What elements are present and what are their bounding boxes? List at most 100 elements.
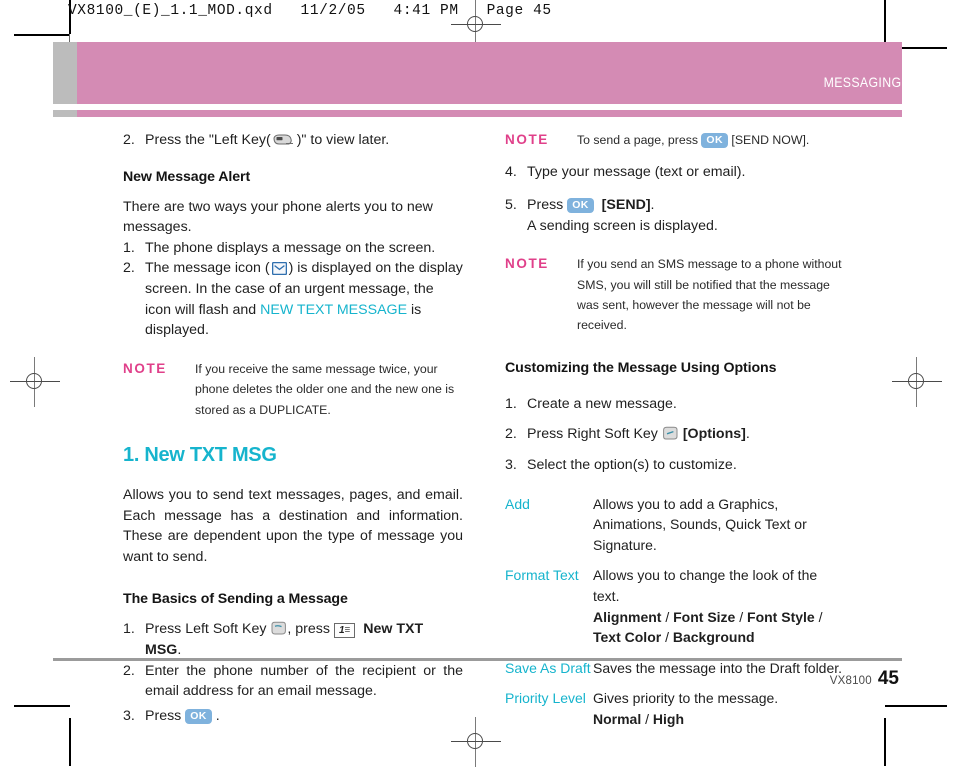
list-item-number: 1. <box>505 395 517 412</box>
menu-name-options: [Options] <box>682 426 746 443</box>
option-value-separator: / <box>641 710 653 727</box>
registration-mark-left <box>10 357 60 407</box>
list-item-body: Press the "Left Key( )" to view later. <box>145 130 463 151</box>
options-definition-list: Add Allows you to add a Graphics, Animati… <box>505 494 845 730</box>
left-column: 2. Press the "Left Key( )" to view later… <box>123 130 463 726</box>
list-item-number: 3. <box>123 707 135 724</box>
option-value: Normal <box>593 710 642 727</box>
list-item-number: 2. <box>505 426 517 443</box>
list-item-body: Press Right Soft Key [Options]. <box>527 424 845 445</box>
heading-new-txt-msg: 1. New TXT MSG <box>123 443 277 466</box>
menu-name-send: [SEND] <box>601 197 651 213</box>
section-banner <box>53 42 902 104</box>
list-item-body: Press Left Soft Key , press 1☰ New TXT M… <box>145 619 463 660</box>
list-item: 2. The message icon ( ) is displayed on … <box>123 258 463 340</box>
list-item-body: The message icon ( ) is displayed on the… <box>145 258 463 340</box>
list-item-number: 2. <box>123 662 135 679</box>
list-item-number: 4. <box>505 164 517 181</box>
paragraph-new-txt-msg: Allows you to send text messages, pages,… <box>123 486 463 565</box>
option-value-separator: / <box>661 608 674 625</box>
option-value: Background <box>672 629 755 646</box>
left-soft-key-icon <box>270 621 287 636</box>
list-item-number: 5. <box>505 197 517 213</box>
list-item: 5. Press OK [SEND]. A sending screen is d… <box>505 195 845 236</box>
list-item-number: 2. <box>123 132 135 148</box>
list-item-body: Select the option(s) to customize. <box>527 457 737 473</box>
right-soft-key-icon <box>662 426 679 441</box>
crop-mark-top-right-vertical <box>884 0 886 48</box>
note-block: NOTE To send a page, press OK [SEND NOW]… <box>505 130 845 150</box>
heading-new-message-alert: New Message Alert <box>123 168 251 185</box>
text-before-icon: Press Right Soft Key <box>527 426 658 443</box>
list-item: 2. Enter the phone number of the recipie… <box>123 661 463 702</box>
list-item-body: Press OK [SEND]. A sending screen is disp… <box>527 195 845 236</box>
text-after-key: [SEND NOW]. <box>731 133 810 147</box>
list-item: 3. Press OK . <box>123 706 463 727</box>
footer-model-name: VX8100 <box>829 675 872 687</box>
list-item-body: The phone displays a message on the scre… <box>145 239 436 256</box>
heading-basics-of-sending: The Basics of Sending a Message <box>123 591 348 608</box>
crop-mark-top-left-horizontal <box>14 34 70 36</box>
text-before-icon: Press <box>145 707 182 724</box>
list-item-body: Type your message (text or email). <box>527 164 746 181</box>
option-value-separator: / <box>735 608 748 625</box>
text-middle: , press <box>287 621 330 638</box>
option-value: Alignment <box>593 608 662 625</box>
section-banner-rule <box>53 110 902 117</box>
list-item: 1. The phone displays a message on the s… <box>123 238 463 259</box>
list-item-number: 1. <box>123 621 135 638</box>
text-after-icon: )" to view later. <box>296 132 390 148</box>
note-label: NOTE <box>505 132 549 147</box>
option-value-separator: / <box>814 608 823 625</box>
text-after-icon: . <box>215 707 220 724</box>
crop-mark-bottom-right-vertical <box>884 718 886 766</box>
option-value-separator: / <box>661 629 673 646</box>
option-description: Allows you to add a Graphics, Animations… <box>593 494 845 556</box>
option-description: Gives priority to the message. Normal / H… <box>593 688 845 729</box>
text-before-icon: Press Left Soft Key <box>145 621 267 638</box>
option-term: Add <box>505 495 530 512</box>
option-description-text: Allows you to change the look of the tex… <box>593 567 818 604</box>
ok-key-icon: OK <box>185 708 212 724</box>
option-term: Format Text <box>505 567 579 584</box>
prepress-file-info: VX8100_(E)_1.1_MOD.qxd 11/2/05 4:41 PM P… <box>68 3 552 19</box>
note-text: To send a page, press OK [SEND NOW]. <box>577 130 845 150</box>
section-banner-rule-tab <box>53 110 77 117</box>
text-before-key: To send a page, press <box>577 133 698 147</box>
list-item: 4. Type your message (text or email). <box>505 162 845 183</box>
right-column: NOTE To send a page, press OK [SEND NOW]… <box>505 130 845 740</box>
list-item-number: 2. <box>123 260 135 277</box>
list-item-body: Press OK . <box>145 706 463 727</box>
list-item-number: 3. <box>505 457 517 473</box>
registration-mark-right <box>892 357 942 407</box>
heading-customizing-options: Customizing the Message Using Options <box>505 359 777 376</box>
option-row: Priority Level Gives priority to the mess… <box>505 688 845 729</box>
registration-mark-bottom <box>451 717 501 767</box>
text-period: . <box>177 641 182 658</box>
footer-page-number: 45 <box>877 668 899 689</box>
note-text: If you receive the same message twice, y… <box>195 361 455 417</box>
list-item: 2. Press Right Soft Key [Options]. <box>505 424 845 445</box>
list-item: 3. Select the option(s) to customize. <box>505 455 845 476</box>
footer-rule <box>53 658 902 661</box>
text-before-icon: Press the "Left Key( <box>145 132 271 148</box>
list-item-body: Enter the phone number of the recipient … <box>145 662 463 700</box>
list-item: 1. Create a new message. <box>505 394 845 415</box>
option-description-text: Allows you to add a Graphics, Animations… <box>593 495 807 553</box>
numeric-key-sublabel: ☰ <box>344 627 351 635</box>
note-block: NOTE If you send an SMS message to a pho… <box>505 254 845 336</box>
list-item: 1. Press Left Soft Key , press 1☰ New TX… <box>123 619 463 660</box>
crop-mark-bottom-left-horizontal <box>14 705 70 707</box>
option-description-text: Gives priority to the message. <box>593 690 779 707</box>
footer: VX8100 45 <box>830 668 899 690</box>
option-value: High <box>652 710 685 727</box>
text-period: . <box>650 197 655 213</box>
ok-key-icon: OK <box>701 133 728 148</box>
list-item-body: Create a new message. <box>527 395 677 412</box>
option-row: Format Text Allows you to change the look… <box>505 565 845 647</box>
note-label: NOTE <box>123 360 167 376</box>
option-row: Add Allows you to add a Graphics, Animati… <box>505 494 845 556</box>
option-value: Text Color <box>593 629 662 646</box>
option-value: Font Size <box>673 608 736 625</box>
text-period: . <box>745 426 750 443</box>
